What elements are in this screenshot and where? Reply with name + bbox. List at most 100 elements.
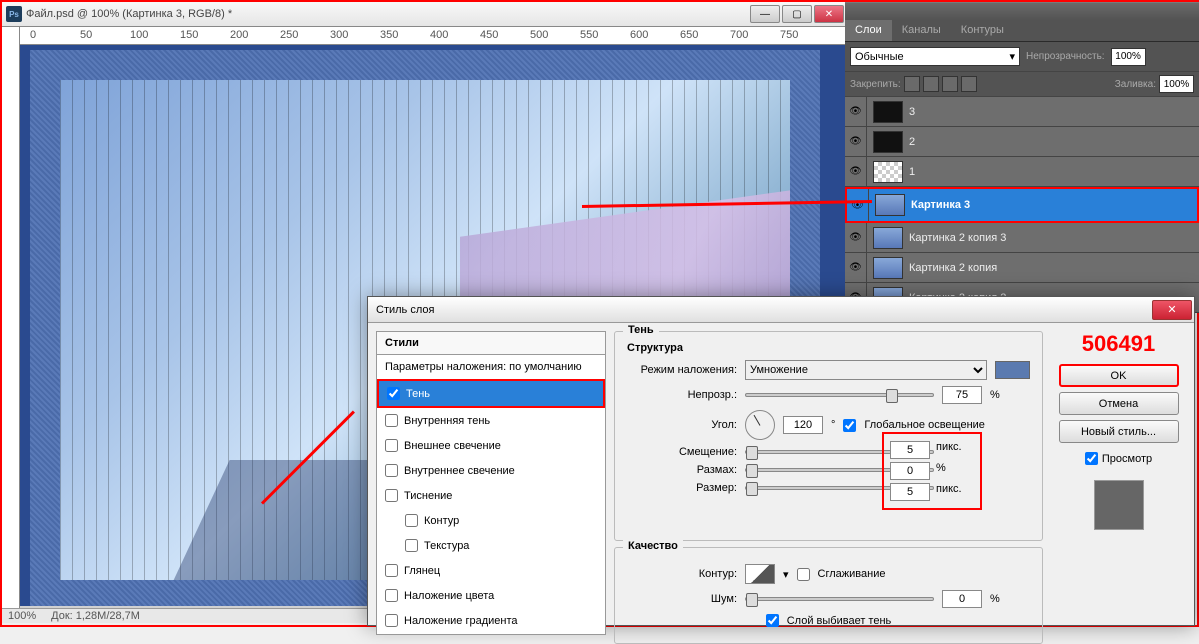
noise-label: Шум: — [627, 593, 737, 605]
blend-mode-select[interactable]: Обычные▾ — [850, 47, 1020, 66]
lock-all-icon[interactable] — [961, 76, 977, 92]
visibility-icon[interactable] — [845, 157, 867, 186]
lock-paint-icon[interactable] — [923, 76, 939, 92]
distance-label: Смещение: — [627, 446, 737, 458]
noise-slider[interactable] — [745, 597, 934, 601]
preview-checkbox[interactable] — [1085, 452, 1098, 465]
tab-layers[interactable]: Слои — [845, 20, 892, 41]
layer-thumbnail — [875, 194, 905, 216]
visibility-icon[interactable] — [845, 223, 867, 252]
style-item[interactable]: Наложение градиента — [377, 608, 605, 633]
contour-picker[interactable] — [745, 564, 775, 584]
ruler-horizontal: 0 50 100 150 200 250 300 350 400 450 500… — [20, 27, 845, 45]
lock-label: Закрепить: — [850, 79, 901, 90]
style-checkbox[interactable] — [385, 439, 398, 452]
visibility-icon[interactable] — [847, 189, 869, 221]
cancel-button[interactable]: Отмена — [1059, 392, 1179, 415]
style-checkbox[interactable] — [385, 489, 398, 502]
ok-button[interactable]: OK — [1059, 364, 1179, 387]
global-light-label: Глобальное освещение — [864, 419, 985, 431]
section-quality: Качество — [623, 540, 683, 552]
style-item[interactable]: Глянец — [377, 558, 605, 583]
style-label: Текстура — [424, 540, 469, 552]
close-button[interactable]: ✕ — [814, 5, 844, 23]
style-item[interactable]: Тень — [377, 379, 605, 408]
layer-row[interactable]: Картинка 3 — [845, 187, 1199, 223]
opacity-value[interactable]: 100% — [1111, 48, 1146, 66]
angle-input[interactable] — [783, 416, 823, 434]
style-checkbox[interactable] — [385, 564, 398, 577]
dialog-title: Стиль слоя — [376, 304, 434, 316]
layer-thumbnail — [873, 101, 903, 123]
style-label: Тиснение — [404, 490, 452, 502]
style-item[interactable]: Внутренняя тень — [377, 408, 605, 433]
style-item[interactable]: Контур — [377, 508, 605, 533]
contour-label: Контур: — [627, 568, 737, 580]
dialog-close-button[interactable]: ✕ — [1152, 300, 1192, 320]
distance-input[interactable] — [890, 441, 930, 459]
section-shadow: Тень — [623, 324, 659, 336]
style-label: Контур — [424, 515, 459, 527]
dialog-titlebar: Стиль слоя ✕ — [368, 297, 1194, 323]
fill-value[interactable]: 100% — [1159, 75, 1194, 93]
global-light-checkbox[interactable] — [843, 419, 856, 432]
tab-channels[interactable]: Каналы — [892, 20, 951, 41]
blend-mode-select[interactable]: Умножение — [745, 360, 987, 380]
layer-row[interactable]: Картинка 2 копия 3 — [845, 223, 1199, 253]
ps-icon: Ps — [6, 6, 22, 22]
layer-name: 3 — [909, 106, 915, 118]
style-item[interactable]: Внешнее свечение — [377, 433, 605, 458]
visibility-icon[interactable] — [845, 127, 867, 156]
layer-row[interactable]: 2 — [845, 127, 1199, 157]
spread-input[interactable] — [890, 462, 930, 480]
size-label: Размер: — [627, 482, 737, 494]
opacity-input[interactable] — [942, 386, 982, 404]
layer-name: 1 — [909, 166, 915, 178]
style-checkbox[interactable] — [385, 614, 398, 627]
titlebar: Ps Файл.psd @ 100% (Картинка 3, RGB/8) *… — [2, 2, 845, 27]
antialias-checkbox[interactable] — [797, 568, 810, 581]
visibility-icon[interactable] — [845, 97, 867, 126]
style-checkbox[interactable] — [385, 464, 398, 477]
opacity-label: Непрозр.: — [627, 389, 737, 401]
angle-dial[interactable] — [745, 410, 775, 440]
visibility-icon[interactable] — [845, 253, 867, 282]
layers-panel: Слои Каналы Контуры Обычные▾ Непрозрачно… — [845, 2, 1199, 302]
style-item[interactable]: Тиснение — [377, 483, 605, 508]
opacity-slider[interactable] — [745, 393, 934, 397]
zoom-value: 100% — [8, 610, 36, 622]
style-item[interactable]: Наложение узора — [377, 633, 605, 635]
style-item[interactable]: Внутреннее свечение — [377, 458, 605, 483]
knockout-checkbox[interactable] — [766, 614, 779, 627]
noise-input[interactable] — [942, 590, 982, 608]
styles-header: Стили — [376, 331, 606, 355]
layer-name: 2 — [909, 136, 915, 148]
style-label: Параметры наложения: по умолчанию — [385, 361, 582, 373]
value-highlight-group: пикс. % пикс. — [882, 432, 982, 510]
layer-row[interactable]: Картинка 2 копия — [845, 253, 1199, 283]
style-item[interactable]: Наложение цвета — [377, 583, 605, 608]
style-checkbox[interactable] — [387, 387, 400, 400]
layer-thumbnail — [873, 227, 903, 249]
tab-paths[interactable]: Контуры — [951, 20, 1014, 41]
minimize-button[interactable]: — — [750, 5, 780, 23]
layer-row[interactable]: 1 — [845, 157, 1199, 187]
style-item[interactable]: Параметры наложения: по умолчанию — [377, 355, 605, 379]
style-item[interactable]: Текстура — [377, 533, 605, 558]
style-checkbox[interactable] — [385, 414, 398, 427]
angle-label: Угол: — [627, 419, 737, 431]
style-checkbox[interactable] — [385, 589, 398, 602]
style-label: Внутренняя тень — [404, 415, 490, 427]
style-checkbox[interactable] — [405, 514, 418, 527]
lock-transparency-icon[interactable] — [904, 76, 920, 92]
style-checkbox[interactable] — [405, 539, 418, 552]
layer-name: Картинка 3 — [911, 199, 970, 211]
antialias-label: Сглаживание — [818, 568, 886, 580]
maximize-button[interactable]: ▢ — [782, 5, 812, 23]
new-style-button[interactable]: Новый стиль... — [1059, 420, 1179, 443]
preview-label: Просмотр — [1102, 453, 1152, 465]
lock-move-icon[interactable] — [942, 76, 958, 92]
layer-row[interactable]: 3 — [845, 97, 1199, 127]
shadow-color-swatch[interactable] — [995, 361, 1030, 379]
size-input[interactable] — [890, 483, 930, 501]
